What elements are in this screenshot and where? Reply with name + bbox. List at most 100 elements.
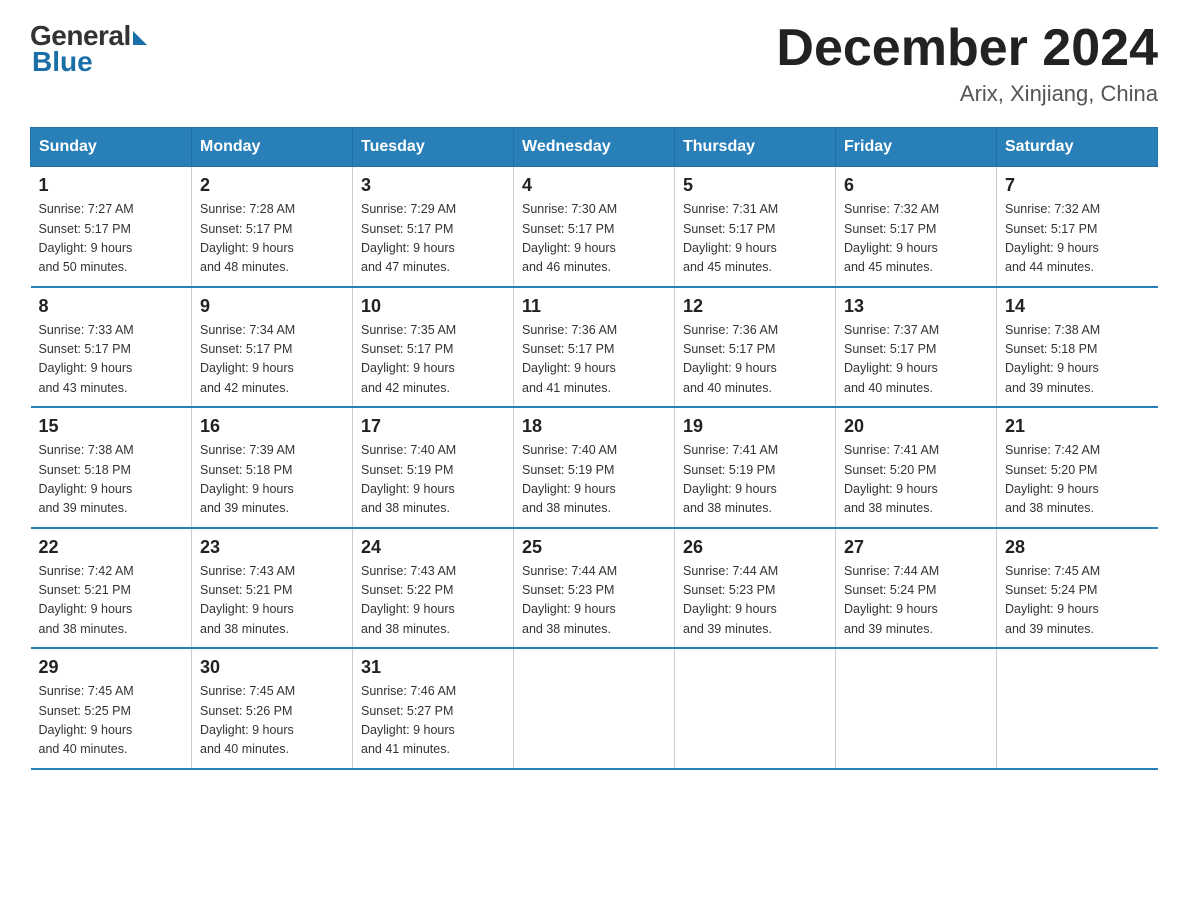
day-info: Sunrise: 7:44 AM Sunset: 5:23 PM Dayligh… xyxy=(522,562,666,640)
table-row xyxy=(836,648,997,769)
day-info: Sunrise: 7:39 AM Sunset: 5:18 PM Dayligh… xyxy=(200,441,344,519)
table-row: 18 Sunrise: 7:40 AM Sunset: 5:19 PM Dayl… xyxy=(514,407,675,528)
day-number: 24 xyxy=(361,537,505,558)
day-number: 9 xyxy=(200,296,344,317)
day-info: Sunrise: 7:40 AM Sunset: 5:19 PM Dayligh… xyxy=(361,441,505,519)
day-info: Sunrise: 7:31 AM Sunset: 5:17 PM Dayligh… xyxy=(683,200,827,278)
day-info: Sunrise: 7:40 AM Sunset: 5:19 PM Dayligh… xyxy=(522,441,666,519)
table-row xyxy=(997,648,1158,769)
day-number: 13 xyxy=(844,296,988,317)
day-number: 17 xyxy=(361,416,505,437)
day-info: Sunrise: 7:29 AM Sunset: 5:17 PM Dayligh… xyxy=(361,200,505,278)
day-info: Sunrise: 7:27 AM Sunset: 5:17 PM Dayligh… xyxy=(39,200,184,278)
col-sunday: Sunday xyxy=(31,128,192,167)
day-number: 6 xyxy=(844,175,988,196)
table-row xyxy=(514,648,675,769)
day-info: Sunrise: 7:38 AM Sunset: 5:18 PM Dayligh… xyxy=(1005,321,1150,399)
day-info: Sunrise: 7:43 AM Sunset: 5:22 PM Dayligh… xyxy=(361,562,505,640)
logo-blue-text: Blue xyxy=(32,46,93,78)
day-number: 10 xyxy=(361,296,505,317)
table-row: 6 Sunrise: 7:32 AM Sunset: 5:17 PM Dayli… xyxy=(836,167,997,287)
day-number: 15 xyxy=(39,416,184,437)
day-info: Sunrise: 7:42 AM Sunset: 5:21 PM Dayligh… xyxy=(39,562,184,640)
day-number: 14 xyxy=(1005,296,1150,317)
col-friday: Friday xyxy=(836,128,997,167)
day-info: Sunrise: 7:41 AM Sunset: 5:20 PM Dayligh… xyxy=(844,441,988,519)
day-info: Sunrise: 7:36 AM Sunset: 5:17 PM Dayligh… xyxy=(683,321,827,399)
day-info: Sunrise: 7:45 AM Sunset: 5:26 PM Dayligh… xyxy=(200,682,344,760)
day-number: 4 xyxy=(522,175,666,196)
table-row: 19 Sunrise: 7:41 AM Sunset: 5:19 PM Dayl… xyxy=(675,407,836,528)
day-info: Sunrise: 7:43 AM Sunset: 5:21 PM Dayligh… xyxy=(200,562,344,640)
day-number: 3 xyxy=(361,175,505,196)
calendar-week-row: 8 Sunrise: 7:33 AM Sunset: 5:17 PM Dayli… xyxy=(31,287,1158,408)
day-number: 11 xyxy=(522,296,666,317)
table-row: 11 Sunrise: 7:36 AM Sunset: 5:17 PM Dayl… xyxy=(514,287,675,408)
table-row: 26 Sunrise: 7:44 AM Sunset: 5:23 PM Dayl… xyxy=(675,528,836,649)
logo: General Blue xyxy=(30,20,147,78)
day-info: Sunrise: 7:44 AM Sunset: 5:24 PM Dayligh… xyxy=(844,562,988,640)
table-row: 14 Sunrise: 7:38 AM Sunset: 5:18 PM Dayl… xyxy=(997,287,1158,408)
table-row: 28 Sunrise: 7:45 AM Sunset: 5:24 PM Dayl… xyxy=(997,528,1158,649)
col-wednesday: Wednesday xyxy=(514,128,675,167)
col-saturday: Saturday xyxy=(997,128,1158,167)
calendar-week-row: 29 Sunrise: 7:45 AM Sunset: 5:25 PM Dayl… xyxy=(31,648,1158,769)
table-row: 5 Sunrise: 7:31 AM Sunset: 5:17 PM Dayli… xyxy=(675,167,836,287)
table-row: 7 Sunrise: 7:32 AM Sunset: 5:17 PM Dayli… xyxy=(997,167,1158,287)
day-info: Sunrise: 7:34 AM Sunset: 5:17 PM Dayligh… xyxy=(200,321,344,399)
calendar-table: Sunday Monday Tuesday Wednesday Thursday… xyxy=(30,127,1158,770)
day-info: Sunrise: 7:32 AM Sunset: 5:17 PM Dayligh… xyxy=(844,200,988,278)
page-header: General Blue December 2024 Arix, Xinjian… xyxy=(30,20,1158,107)
day-number: 7 xyxy=(1005,175,1150,196)
day-number: 26 xyxy=(683,537,827,558)
table-row xyxy=(675,648,836,769)
location-title: Arix, Xinjiang, China xyxy=(776,81,1158,107)
day-number: 23 xyxy=(200,537,344,558)
table-row: 1 Sunrise: 7:27 AM Sunset: 5:17 PM Dayli… xyxy=(31,167,192,287)
table-row: 2 Sunrise: 7:28 AM Sunset: 5:17 PM Dayli… xyxy=(192,167,353,287)
day-number: 29 xyxy=(39,657,184,678)
table-row: 24 Sunrise: 7:43 AM Sunset: 5:22 PM Dayl… xyxy=(353,528,514,649)
table-row: 12 Sunrise: 7:36 AM Sunset: 5:17 PM Dayl… xyxy=(675,287,836,408)
day-info: Sunrise: 7:42 AM Sunset: 5:20 PM Dayligh… xyxy=(1005,441,1150,519)
table-row: 31 Sunrise: 7:46 AM Sunset: 5:27 PM Dayl… xyxy=(353,648,514,769)
day-info: Sunrise: 7:46 AM Sunset: 5:27 PM Dayligh… xyxy=(361,682,505,760)
table-row: 8 Sunrise: 7:33 AM Sunset: 5:17 PM Dayli… xyxy=(31,287,192,408)
day-info: Sunrise: 7:33 AM Sunset: 5:17 PM Dayligh… xyxy=(39,321,184,399)
day-number: 25 xyxy=(522,537,666,558)
day-info: Sunrise: 7:44 AM Sunset: 5:23 PM Dayligh… xyxy=(683,562,827,640)
day-number: 30 xyxy=(200,657,344,678)
calendar-week-row: 1 Sunrise: 7:27 AM Sunset: 5:17 PM Dayli… xyxy=(31,167,1158,287)
day-info: Sunrise: 7:30 AM Sunset: 5:17 PM Dayligh… xyxy=(522,200,666,278)
table-row: 4 Sunrise: 7:30 AM Sunset: 5:17 PM Dayli… xyxy=(514,167,675,287)
calendar-week-row: 22 Sunrise: 7:42 AM Sunset: 5:21 PM Dayl… xyxy=(31,528,1158,649)
table-row: 15 Sunrise: 7:38 AM Sunset: 5:18 PM Dayl… xyxy=(31,407,192,528)
table-row: 17 Sunrise: 7:40 AM Sunset: 5:19 PM Dayl… xyxy=(353,407,514,528)
day-info: Sunrise: 7:36 AM Sunset: 5:17 PM Dayligh… xyxy=(522,321,666,399)
table-row: 27 Sunrise: 7:44 AM Sunset: 5:24 PM Dayl… xyxy=(836,528,997,649)
day-number: 8 xyxy=(39,296,184,317)
day-number: 16 xyxy=(200,416,344,437)
day-info: Sunrise: 7:37 AM Sunset: 5:17 PM Dayligh… xyxy=(844,321,988,399)
day-number: 20 xyxy=(844,416,988,437)
table-row: 22 Sunrise: 7:42 AM Sunset: 5:21 PM Dayl… xyxy=(31,528,192,649)
table-row: 20 Sunrise: 7:41 AM Sunset: 5:20 PM Dayl… xyxy=(836,407,997,528)
day-number: 31 xyxy=(361,657,505,678)
logo-triangle-icon xyxy=(133,31,147,45)
day-info: Sunrise: 7:32 AM Sunset: 5:17 PM Dayligh… xyxy=(1005,200,1150,278)
day-number: 5 xyxy=(683,175,827,196)
day-info: Sunrise: 7:35 AM Sunset: 5:17 PM Dayligh… xyxy=(361,321,505,399)
table-row: 13 Sunrise: 7:37 AM Sunset: 5:17 PM Dayl… xyxy=(836,287,997,408)
col-monday: Monday xyxy=(192,128,353,167)
calendar-header-row: Sunday Monday Tuesday Wednesday Thursday… xyxy=(31,128,1158,167)
day-number: 22 xyxy=(39,537,184,558)
day-info: Sunrise: 7:45 AM Sunset: 5:24 PM Dayligh… xyxy=(1005,562,1150,640)
col-thursday: Thursday xyxy=(675,128,836,167)
day-number: 1 xyxy=(39,175,184,196)
table-row: 23 Sunrise: 7:43 AM Sunset: 5:21 PM Dayl… xyxy=(192,528,353,649)
day-number: 27 xyxy=(844,537,988,558)
table-row: 10 Sunrise: 7:35 AM Sunset: 5:17 PM Dayl… xyxy=(353,287,514,408)
calendar-week-row: 15 Sunrise: 7:38 AM Sunset: 5:18 PM Dayl… xyxy=(31,407,1158,528)
day-number: 2 xyxy=(200,175,344,196)
day-number: 19 xyxy=(683,416,827,437)
